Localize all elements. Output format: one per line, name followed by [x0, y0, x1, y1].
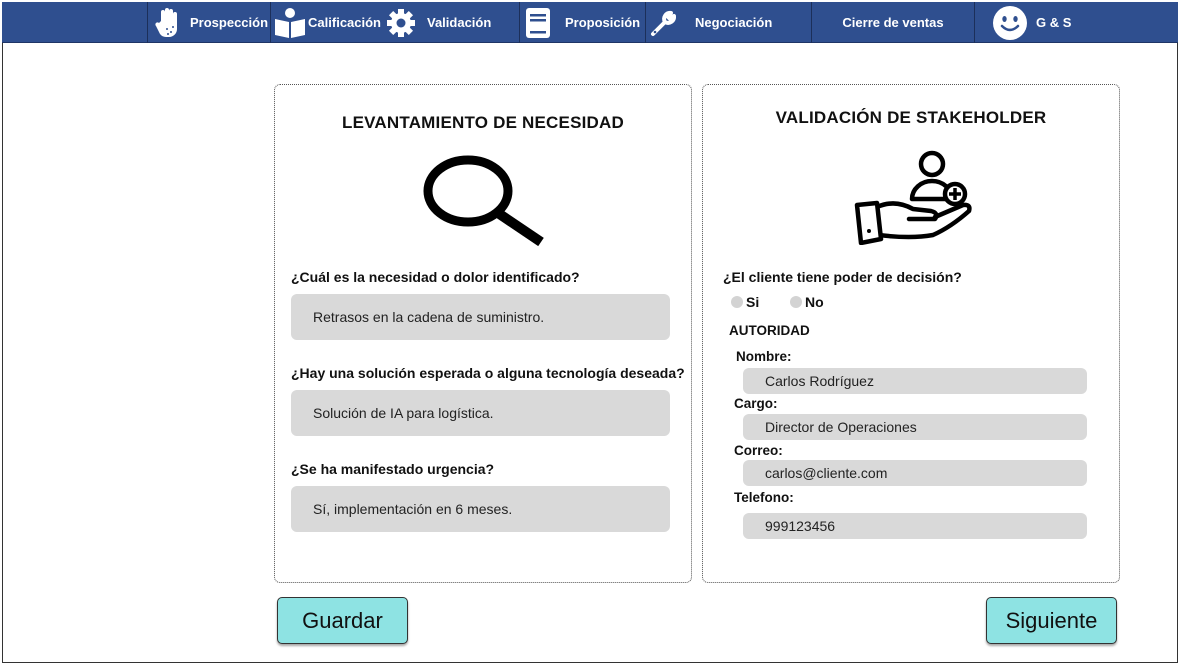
nav-label: Validación: [427, 15, 492, 30]
wrench-icon: [649, 6, 679, 40]
book-icon: [523, 6, 553, 40]
field-label: Telefono:: [734, 490, 794, 505]
field-label: Nombre:: [736, 349, 792, 364]
role-field[interactable]: Director de Operaciones: [743, 414, 1087, 440]
next-button[interactable]: Siguiente: [986, 597, 1117, 644]
nav-item-prospeccion[interactable]: Prospección: [154, 2, 270, 43]
email-field[interactable]: carlos@cliente.com: [743, 460, 1087, 486]
nav-label: Prospección: [190, 15, 269, 30]
nav-label: G & S: [1036, 15, 1072, 30]
need-assessment-card: LEVANTAMIENTO DE NECESIDAD ¿Cuál es la n…: [274, 84, 692, 583]
nav-item-calificacion[interactable]: Calificación: [273, 2, 381, 43]
radio-option-no[interactable]: No: [790, 294, 824, 310]
nav-separator: [270, 2, 271, 43]
answer-field[interactable]: Solución de IA para logística.: [291, 390, 670, 436]
nav-separator: [974, 2, 975, 43]
card-title: LEVANTAMIENTO DE NECESIDAD: [342, 113, 624, 132]
top-navigation: Prospección Calificación Validación Prop…: [2, 2, 1178, 43]
nav-label: Calificación: [308, 15, 381, 30]
stakeholder-validation-card: VALIDACIÓN DE STAKEHOLDER ¿El cliente ti…: [702, 84, 1120, 583]
radio-dot: [790, 296, 802, 308]
answer-field[interactable]: Retrasos en la cadena de suministro.: [291, 294, 670, 340]
question-label: ¿Hay una solución esperada o alguna tecn…: [291, 365, 685, 381]
nav-label: Cierre de ventas: [842, 15, 944, 30]
nav-item-user-profile[interactable]: G & S: [992, 2, 1092, 43]
question-label: ¿Cuál es la necesidad o dolor identifica…: [291, 269, 580, 285]
save-button[interactable]: Guardar: [277, 597, 408, 644]
phone-field[interactable]: 999123456: [743, 513, 1087, 539]
magnifier-icon: [420, 155, 550, 247]
nav-item-cierre-de-ventas[interactable]: Cierre de ventas: [812, 2, 974, 43]
field-label: Cargo:: [734, 396, 778, 411]
radio-label: Si: [746, 294, 760, 310]
answer-field[interactable]: Sí, implementación en 6 meses.: [291, 486, 670, 532]
gear-icon: [385, 6, 417, 40]
nav-separator: [147, 2, 148, 43]
question-label: ¿Se ha manifestado urgencia?: [291, 461, 495, 477]
radio-label: No: [805, 294, 824, 310]
radio-dot: [731, 296, 743, 308]
nav-label: Negociación: [695, 15, 773, 30]
field-label: Correo:: [734, 443, 783, 458]
decision-power-question: ¿El cliente tiene poder de decisión?: [723, 269, 962, 285]
name-field[interactable]: Carlos Rodríguez: [743, 368, 1087, 394]
nav-item-validacion[interactable]: Validación: [385, 2, 517, 43]
hand-add-user-icon: [851, 147, 977, 246]
nav-separator: [519, 2, 520, 43]
nav-item-proposicion[interactable]: Proposición: [523, 2, 643, 43]
smiley-icon: [992, 5, 1028, 41]
radio-option-si[interactable]: Si: [731, 294, 759, 310]
authority-section-label: AUTORIDAD: [729, 323, 810, 338]
nav-separator: [645, 2, 646, 43]
nav-item-negociacion[interactable]: Negociación: [649, 2, 809, 43]
nav-label: Proposición: [565, 15, 641, 30]
book-reader-icon: [273, 6, 307, 40]
card-title: VALIDACIÓN DE STAKEHOLDER: [775, 108, 1047, 127]
hand-icon: [154, 6, 184, 40]
